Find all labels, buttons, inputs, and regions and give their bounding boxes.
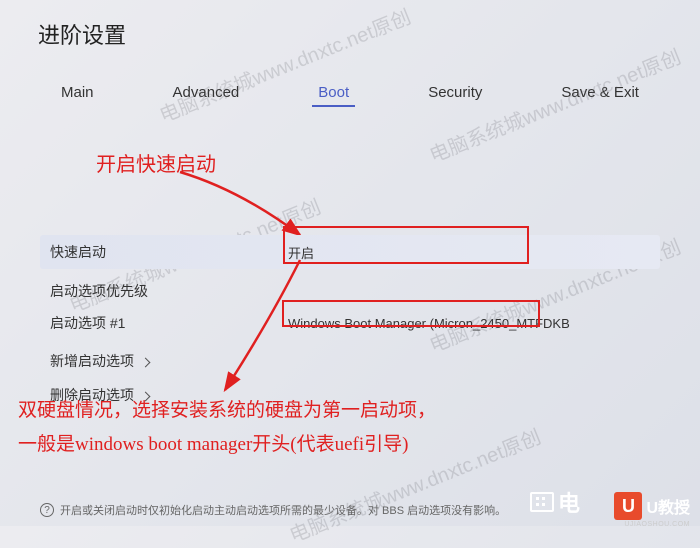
grid-icon	[530, 492, 554, 512]
tab-bar: Main Advanced Boot Security Save & Exit	[0, 80, 700, 107]
row-boot-option-1[interactable]: 启动选项 #1 Windows Boot Manager (Micron_245…	[40, 306, 660, 340]
chevron-right-icon	[140, 391, 150, 401]
delete-boot-text: 删除启动选项	[50, 387, 134, 403]
logo-ujiaoshou: U U教授	[614, 492, 690, 520]
logo-u-icon: U	[614, 492, 642, 520]
fast-boot-value: 开启	[280, 243, 660, 262]
tab-boot[interactable]: Boot	[312, 80, 355, 107]
logo-ujs-text: U教授	[646, 494, 690, 518]
annotation-line: 一般是windows boot manager开头(代表uefi引导)	[18, 428, 678, 462]
add-boot-option-label: 新增启动选项	[40, 351, 280, 371]
fast-boot-label: 快速启动	[40, 242, 280, 262]
row-fast-boot[interactable]: 快速启动 开启	[40, 235, 660, 269]
footer-help: ? 开启或关闭启动时仅初始化启动主动启动选项所需的最少设备。对 BBS 启动选项…	[40, 502, 506, 518]
annotation-fast-boot: 开启快速启动	[96, 148, 216, 177]
watermark: 电脑系统城www.dnxtc.net原创	[154, 1, 414, 129]
row-delete-boot-option[interactable]: 删除启动选项	[40, 378, 660, 412]
boot-priority-label: 启动选项优先级	[40, 281, 280, 301]
boot-option-1-label: 启动选项 #1	[40, 313, 280, 333]
delete-boot-option-label: 删除启动选项	[40, 385, 280, 405]
footer-text: 开启或关闭启动时仅初始化启动主动启动选项所需的最少设备。对 BBS 启动选项没有…	[60, 502, 506, 518]
row-boot-priority: 启动选项优先级	[40, 274, 660, 308]
tab-security[interactable]: Security	[422, 80, 488, 107]
help-icon: ?	[40, 503, 54, 517]
watermark: 电脑系统城www.dnxtc.net原创	[284, 421, 544, 548]
add-boot-text: 新增启动选项	[50, 353, 134, 369]
tab-main[interactable]: Main	[55, 80, 100, 107]
chevron-right-icon	[140, 357, 150, 367]
tab-save-exit[interactable]: Save & Exit	[555, 80, 645, 107]
page-title: 进阶设置	[38, 18, 126, 50]
tab-advanced[interactable]: Advanced	[167, 80, 246, 107]
boot-option-1-value: Windows Boot Manager (Micron_2450_MTFDKB	[280, 316, 660, 331]
logo-dnxtc: 电	[530, 486, 580, 518]
logo-text: 电	[558, 486, 580, 518]
logo-ujs-sub: UJIAOSHOU.COM	[624, 521, 690, 528]
row-add-boot-option[interactable]: 新增启动选项	[40, 344, 660, 378]
